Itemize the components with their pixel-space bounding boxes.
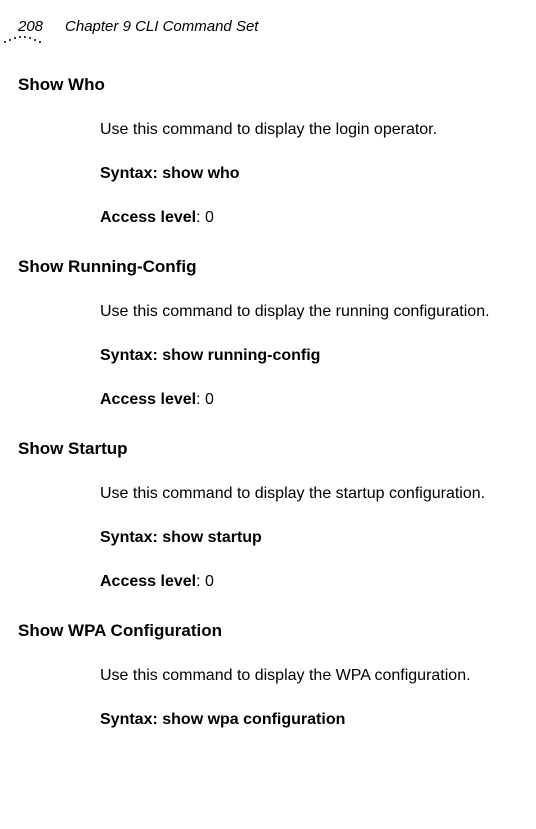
access-label: Access level bbox=[100, 391, 196, 408]
section-heading: Show Running-Config bbox=[18, 257, 528, 277]
syntax-line: Syntax: show running-config bbox=[100, 347, 528, 365]
syntax-label: Syntax: bbox=[100, 711, 162, 728]
section-heading: Show Who bbox=[18, 75, 528, 95]
chapter-title: Chapter 9 CLI Command Set bbox=[65, 18, 258, 35]
access-line: Access level: 0 bbox=[100, 209, 528, 227]
syntax-label: Syntax: bbox=[100, 347, 162, 364]
syntax-value: show who bbox=[162, 165, 239, 182]
access-value: : 0 bbox=[196, 209, 214, 226]
syntax-line: Syntax: show wpa configuration bbox=[100, 711, 528, 729]
section-show-startup: Show Startup Use this command to display… bbox=[18, 439, 528, 591]
section-description: Use this command to display the running … bbox=[100, 303, 528, 321]
section-show-who: Show Who Use this command to display the… bbox=[18, 75, 528, 227]
section-heading: Show WPA Configuration bbox=[18, 621, 528, 641]
syntax-line: Syntax: show startup bbox=[100, 529, 528, 547]
dots-decoration-icon bbox=[2, 32, 48, 42]
access-label: Access level bbox=[100, 209, 196, 226]
access-label: Access level bbox=[100, 573, 196, 590]
syntax-label: Syntax: bbox=[100, 529, 162, 546]
syntax-line: Syntax: show who bbox=[100, 165, 528, 183]
access-value: : 0 bbox=[196, 573, 214, 590]
access-line: Access level: 0 bbox=[100, 391, 528, 409]
syntax-value: show startup bbox=[162, 529, 262, 546]
section-description: Use this command to display the startup … bbox=[100, 485, 528, 503]
access-value: : 0 bbox=[196, 391, 214, 408]
section-show-running-config: Show Running-Config Use this command to … bbox=[18, 257, 528, 409]
section-show-wpa: Show WPA Configuration Use this command … bbox=[18, 621, 528, 729]
section-description: Use this command to display the WPA conf… bbox=[100, 667, 528, 685]
access-line: Access level: 0 bbox=[100, 573, 528, 591]
syntax-label: Syntax: bbox=[100, 165, 162, 182]
page-header: 208 Chapter 9 CLI Command Set bbox=[18, 18, 528, 35]
syntax-value: show running-config bbox=[162, 347, 320, 364]
syntax-value: show wpa configuration bbox=[162, 711, 345, 728]
section-heading: Show Startup bbox=[18, 439, 528, 459]
section-description: Use this command to display the login op… bbox=[100, 121, 528, 139]
